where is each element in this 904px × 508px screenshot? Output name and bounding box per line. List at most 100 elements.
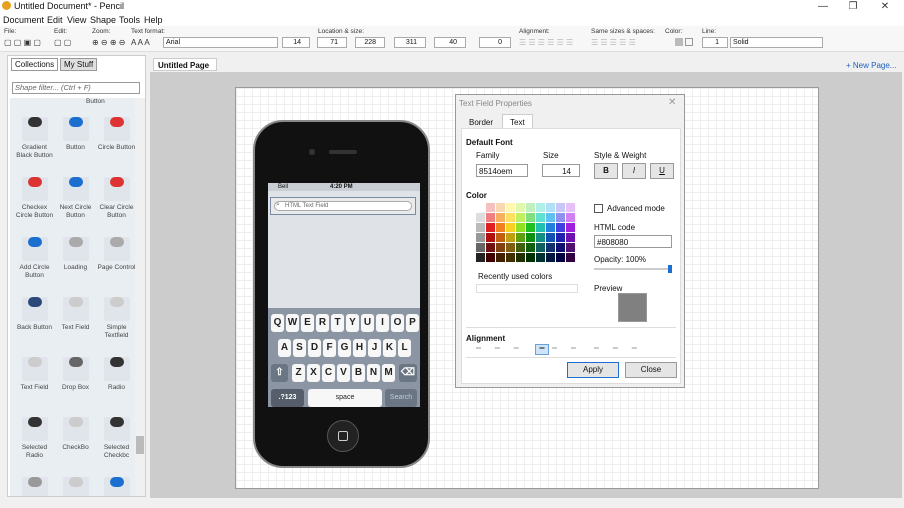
color-swatch[interactable]	[476, 253, 485, 262]
key-l[interactable]: L	[398, 339, 411, 357]
delete-key[interactable]: ⌫	[399, 364, 417, 382]
key-g[interactable]: G	[338, 339, 351, 357]
color-swatch[interactable]	[526, 213, 535, 222]
shift-key[interactable]: ⇧	[271, 364, 288, 382]
color-swatch[interactable]	[486, 223, 495, 232]
color-swatch[interactable]	[546, 253, 555, 262]
palette-item[interactable]: Clear Circle Button	[96, 170, 135, 230]
x-spinner[interactable]: 71	[317, 37, 347, 48]
horizontal-align-left-group[interactable]: ═ ═ ═	[476, 345, 525, 352]
bold-button[interactable]: B	[594, 163, 618, 179]
new-page-button[interactable]: + New Page...	[846, 61, 896, 70]
key-i[interactable]: I	[376, 314, 389, 332]
edit-icons[interactable]: ▢ ▢	[54, 38, 71, 47]
file-icons[interactable]: ▢ ▢ ▣ ▢	[4, 38, 41, 47]
shape-filter-input[interactable]: Shape filter... (Ctrl + F)	[12, 82, 140, 94]
palette-item[interactable]: Progress Bar	[55, 470, 96, 496]
color-swatch[interactable]	[566, 253, 575, 262]
numbers-key[interactable]: .?123	[271, 389, 304, 407]
space-key[interactable]: space	[308, 389, 382, 407]
color-swatch[interactable]	[546, 233, 555, 242]
key-e[interactable]: E	[301, 314, 314, 332]
zoom-icons[interactable]: ⊕ ⊖ ⊕ ⊖	[92, 38, 125, 47]
key-w[interactable]: W	[286, 314, 299, 332]
color-swatch[interactable]	[496, 223, 505, 232]
height-spinner[interactable]: 40	[434, 37, 466, 48]
line-style-select[interactable]: Solid	[730, 37, 823, 48]
menu-document[interactable]: Document	[3, 15, 44, 25]
palette-item[interactable]: Simple Textfield	[96, 290, 135, 350]
color-swatch[interactable]	[516, 223, 525, 232]
palette-item[interactable]: Text Field	[14, 350, 55, 410]
color-swatch[interactable]	[566, 213, 575, 222]
color-swatch[interactable]	[516, 233, 525, 242]
color-swatch[interactable]	[496, 243, 505, 252]
key-j[interactable]: J	[368, 339, 381, 357]
color-swatch[interactable]	[556, 243, 565, 252]
color-swatch[interactable]	[486, 253, 495, 262]
color-swatch[interactable]	[536, 213, 545, 222]
color-swatch[interactable]	[556, 213, 565, 222]
palette-item[interactable]: Button	[55, 110, 96, 170]
color-swatch[interactable]	[556, 223, 565, 232]
color-swatch[interactable]	[516, 213, 525, 222]
html-code-input[interactable]: #808080	[594, 235, 672, 248]
horizontal-align-rest-group[interactable]: ═ ═	[552, 345, 582, 352]
advanced-mode-checkbox[interactable]	[594, 204, 603, 213]
color-swatch[interactable]	[496, 203, 505, 212]
color-swatch[interactable]	[526, 233, 535, 242]
color-swatch[interactable]	[506, 233, 515, 242]
html-text-field[interactable]: HTML Text Field	[274, 201, 412, 211]
palette-item[interactable]: Radio	[96, 350, 135, 410]
color-swatch[interactable]	[536, 233, 545, 242]
color-swatch[interactable]	[546, 203, 555, 212]
menu-help[interactable]: Help	[144, 15, 163, 25]
color-swatch[interactable]	[536, 223, 545, 232]
italic-button[interactable]: I	[622, 163, 646, 179]
fill-color-icon[interactable]	[675, 38, 683, 46]
close-dialog-button[interactable]: Close	[625, 362, 677, 378]
key-d[interactable]: D	[308, 339, 321, 357]
palette-item[interactable]: Drop Box	[55, 350, 96, 410]
palette-item[interactable]: Back Button	[14, 290, 55, 350]
color-swatch[interactable]	[566, 203, 575, 212]
key-c[interactable]: C	[322, 364, 335, 382]
tab-my-stuff[interactable]: My Stuff	[60, 58, 98, 71]
key-r[interactable]: R	[316, 314, 329, 332]
palette-item[interactable]: Slook	[14, 470, 55, 496]
key-q[interactable]: Q	[271, 314, 284, 332]
search-field-selection[interactable]: HTML Text Field ⌕	[270, 197, 416, 215]
scrollbar-thumb[interactable]	[136, 436, 144, 454]
color-swatch[interactable]	[506, 243, 515, 252]
key-x[interactable]: X	[307, 364, 320, 382]
color-swatch[interactable]	[556, 203, 565, 212]
key-y[interactable]: Y	[346, 314, 359, 332]
home-button[interactable]	[327, 420, 359, 452]
palette-item[interactable]: Selected Checkbc	[96, 410, 135, 470]
close-button[interactable]: ✕	[870, 0, 900, 14]
palette-item[interactable]: Text Field	[55, 290, 96, 350]
color-swatch[interactable]	[536, 253, 545, 262]
apply-button[interactable]: Apply	[567, 362, 619, 378]
color-swatch[interactable]	[516, 203, 525, 212]
key-u[interactable]: U	[361, 314, 374, 332]
align-selected-button[interactable]: ═	[535, 344, 549, 355]
menu-shape[interactable]: Shape	[90, 15, 116, 25]
search-key[interactable]: Search	[385, 389, 417, 407]
color-swatch[interactable]	[476, 213, 485, 222]
size-spinner[interactable]: 14	[542, 164, 580, 177]
color-swatch[interactable]	[516, 253, 525, 262]
palette-item[interactable]: Add Circle Button	[14, 230, 55, 290]
key-f[interactable]: F	[323, 339, 336, 357]
key-v[interactable]: V	[337, 364, 350, 382]
dialog-close-icon[interactable]: ✕	[668, 97, 676, 108]
color-swatch[interactable]	[546, 223, 555, 232]
key-a[interactable]: A	[278, 339, 291, 357]
menu-view[interactable]: View	[67, 15, 86, 25]
color-swatch[interactable]	[516, 243, 525, 252]
recent-colors-row[interactable]	[476, 284, 578, 293]
tab-collections[interactable]: Collections	[11, 58, 59, 71]
key-b[interactable]: B	[352, 364, 365, 382]
color-swatch[interactable]	[496, 213, 505, 222]
color-swatch[interactable]	[476, 203, 485, 212]
